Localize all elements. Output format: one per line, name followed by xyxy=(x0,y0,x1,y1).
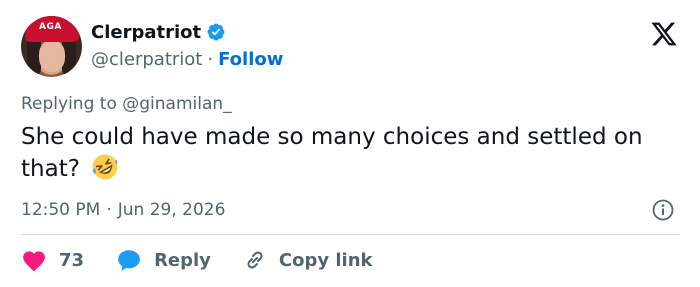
reply-bubble-icon xyxy=(118,250,140,271)
divider xyxy=(21,234,679,235)
meta-separator: · xyxy=(106,200,112,220)
follow-button[interactable]: Follow xyxy=(218,49,283,70)
heart-icon xyxy=(23,251,45,272)
info-icon[interactable] xyxy=(651,198,675,222)
reply-button[interactable]: Reply xyxy=(116,248,211,272)
replying-mention[interactable]: @ginamilan_ xyxy=(122,94,231,114)
action-bar: 73 Reply Copy link xyxy=(21,246,679,274)
tweet-text: She could have made so many choices and … xyxy=(21,122,691,185)
copy-link-button[interactable]: Copy link xyxy=(243,248,373,272)
tweet-meta: 12:50 PM · Jun 29, 2026 xyxy=(21,197,679,223)
link-icon xyxy=(247,251,263,269)
like-button[interactable]: 73 xyxy=(21,248,84,272)
like-count: 73 xyxy=(59,249,85,271)
avatar-cap-text: AGA xyxy=(39,22,62,32)
author-handle[interactable]: @clerpatriot xyxy=(91,49,202,70)
handle-separator: · xyxy=(207,48,214,70)
tweet-card: AGA Clerpatriot @clerpatriot · Follow Re… xyxy=(0,0,700,287)
avatar[interactable]: AGA xyxy=(21,16,82,77)
tweet-header: AGA Clerpatriot @clerpatriot · Follow xyxy=(21,16,679,78)
tweet-date[interactable]: Jun 29, 2026 xyxy=(118,200,226,220)
x-logo-icon[interactable] xyxy=(649,20,679,48)
rolling-on-floor-laughing-emoji-icon xyxy=(92,154,118,180)
author-info: Clerpatriot @clerpatriot · Follow xyxy=(91,20,283,72)
name-row: Clerpatriot xyxy=(91,20,283,44)
reply-label: Reply xyxy=(154,249,211,271)
avatar-face xyxy=(39,40,65,72)
verified-badge-icon xyxy=(207,23,225,41)
copy-link-label: Copy link xyxy=(278,249,373,271)
tweet-time[interactable]: 12:50 PM xyxy=(21,200,100,220)
replying-prefix: Replying to xyxy=(21,94,117,114)
handle-row: @clerpatriot · Follow xyxy=(91,46,283,72)
display-name[interactable]: Clerpatriot xyxy=(91,22,201,43)
replying-to: Replying to @ginamilan_ xyxy=(21,94,232,114)
